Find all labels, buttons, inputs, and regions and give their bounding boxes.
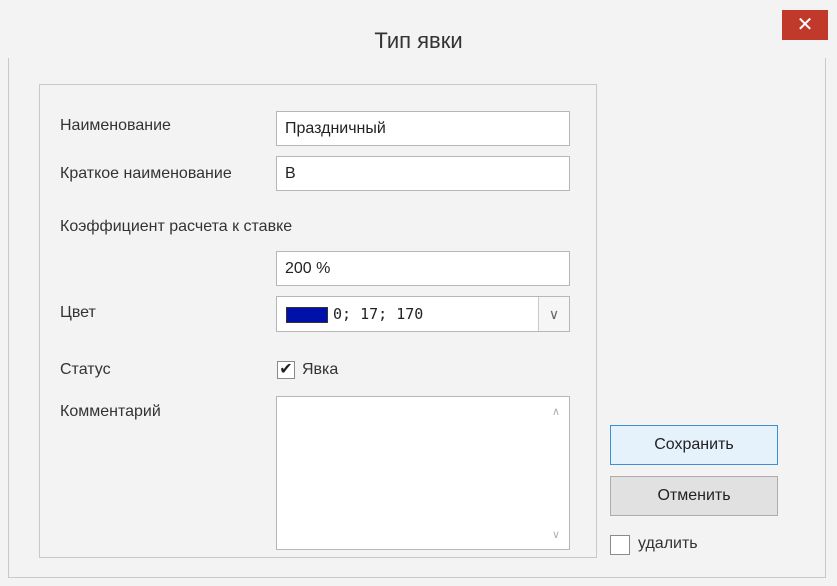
checkmark-icon: ✔ xyxy=(279,361,293,378)
scroll-up-icon[interactable]: ∧ xyxy=(552,405,560,418)
title-bar: Тип явки ✕ xyxy=(0,0,837,58)
color-select[interactable]: 0; 17; 170 ∨ xyxy=(276,296,570,332)
rate-label: Коэффициент расчета к ставке xyxy=(60,218,293,235)
short-name-input-value: В xyxy=(285,164,296,182)
rate-input-value: 200 % xyxy=(285,259,331,277)
close-icon: ✕ xyxy=(796,14,814,36)
delete-checkbox[interactable] xyxy=(610,535,630,555)
status-checkbox-label[interactable]: Явка xyxy=(302,361,338,379)
comment-textarea[interactable]: ∧ ∨ xyxy=(276,396,570,550)
color-label: Цвет xyxy=(60,304,96,321)
cancel-button[interactable]: Отменить xyxy=(610,476,778,516)
close-button[interactable]: ✕ xyxy=(782,10,828,40)
comment-label: Комментарий xyxy=(60,403,161,420)
short-name-input[interactable]: В xyxy=(276,156,570,191)
save-button[interactable]: Сохранить xyxy=(610,425,778,465)
dialog-title: Тип явки xyxy=(374,28,463,53)
scroll-down-icon[interactable]: ∨ xyxy=(552,528,560,541)
color-swatch xyxy=(286,307,328,323)
chevron-down-icon[interactable]: ∨ xyxy=(538,297,569,331)
name-label: Наименование xyxy=(60,117,171,134)
rate-input[interactable]: 200 % xyxy=(276,251,570,286)
name-input[interactable]: Праздничный xyxy=(276,111,570,146)
dialog-window: Тип явки ✕ Наименование Праздничный Крат… xyxy=(0,0,837,586)
delete-checkbox-label[interactable]: удалить xyxy=(638,535,698,553)
color-value: 0; 17; 170 xyxy=(333,305,424,323)
name-input-value: Праздничный xyxy=(285,119,386,137)
status-label: Статус xyxy=(60,361,111,378)
short-name-label: Краткое наименование xyxy=(60,165,232,182)
status-checkbox[interactable]: ✔ xyxy=(277,361,295,379)
